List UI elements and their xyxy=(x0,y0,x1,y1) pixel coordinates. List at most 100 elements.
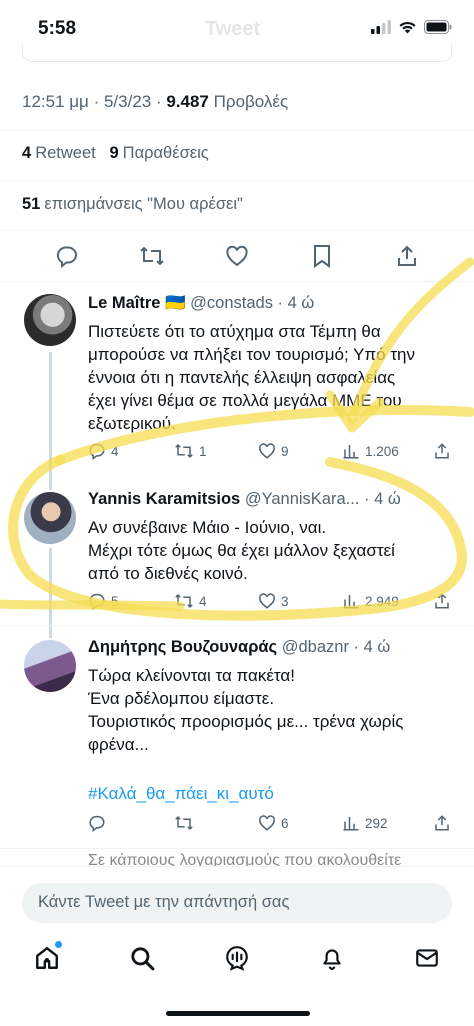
divider xyxy=(0,130,474,131)
reply-count-value: 5 xyxy=(111,593,119,609)
bottom-compose-area: Κάντε Tweet με την απάντησή σας xyxy=(0,866,474,1026)
reply-text-line: Αν συνέβαινε Μάιο - Ιούνιο, ναι. xyxy=(88,518,327,537)
view-count-value: 292 xyxy=(365,815,388,831)
share-icon xyxy=(398,245,416,266)
tweet-time: 12:51 μμ xyxy=(22,92,89,111)
view-count[interactable]: 292 xyxy=(342,814,388,832)
view-count-value: 2.949 xyxy=(365,593,399,609)
reply-stats: 4 1 9 1.206 xyxy=(88,442,452,464)
views-label: Προβολές xyxy=(213,92,289,111)
heart-icon xyxy=(259,443,275,459)
retweet-stats[interactable]: 4 Retweet 9 Παραθέσεις xyxy=(22,144,209,163)
share-button[interactable] xyxy=(433,814,451,832)
divider xyxy=(0,230,474,231)
quotes-label: Παραθέσεις xyxy=(122,144,209,162)
views-icon xyxy=(343,817,359,831)
spaces-icon xyxy=(226,946,248,971)
reply-text-line: Τουριστικός προορισμός με... τρένα χωρίς xyxy=(88,712,404,731)
reply-header: Δημήτρης Βουζουναράς @dbaznr · 4 ώ xyxy=(88,638,391,656)
views-icon xyxy=(343,445,359,459)
tab-search[interactable] xyxy=(125,941,159,975)
avatar[interactable] xyxy=(24,640,76,692)
reply-item[interactable]: Δημήτρης Βουζουναράς @dbaznr · 4 ώ Τώρα … xyxy=(0,638,474,838)
share-button[interactable] xyxy=(392,241,422,271)
reply-text-line: έννοια ότι η παντελής έλλειψη ασφαλείας xyxy=(88,368,396,387)
hashtag-link[interactable]: #Καλά_θα_πάει_κι_αυτό xyxy=(88,782,458,805)
retweet-icon xyxy=(175,443,193,459)
reply-time: 4 ώ xyxy=(363,638,391,656)
reply-count[interactable]: 4 xyxy=(88,442,119,460)
retweet-count[interactable]: 1 xyxy=(174,442,207,460)
tweet-actions xyxy=(0,241,474,277)
tab-messages[interactable] xyxy=(410,941,444,975)
share-button[interactable] xyxy=(433,592,451,610)
avatar[interactable] xyxy=(24,492,76,544)
retweet-icon xyxy=(175,593,193,609)
like-button[interactable] xyxy=(222,241,252,271)
nav-title: Tweet xyxy=(205,18,261,40)
notification-dot xyxy=(55,941,62,948)
reply-stats: 6 292 xyxy=(88,814,452,836)
retweet-count[interactable]: 4 xyxy=(174,592,207,610)
retweet-count[interactable] xyxy=(174,814,199,832)
retweets-count: 4 xyxy=(22,144,32,162)
reply-compose-input[interactable]: Κάντε Tweet με την απάντησή σας xyxy=(22,883,452,923)
reply-author-name[interactable]: Δημήτρης Βουζουναράς xyxy=(88,638,277,656)
reply-text-line: Πιστεύετε ότι το ατύχημα στα Τέμπη θα xyxy=(88,322,381,341)
views-count: 9.487 xyxy=(166,92,209,111)
reply-text-line: εξωτερικού. xyxy=(88,414,176,433)
home-icon xyxy=(36,947,58,969)
heart-icon xyxy=(226,245,248,267)
like-count[interactable]: 3 xyxy=(258,592,289,610)
like-count-value: 9 xyxy=(281,443,289,459)
bookmark-icon xyxy=(314,245,330,268)
reply-icon xyxy=(57,246,77,268)
like-count[interactable]: 6 xyxy=(258,814,289,832)
quotes-count: 9 xyxy=(109,144,119,162)
like-count[interactable]: 9 xyxy=(258,442,289,460)
divider xyxy=(0,625,474,626)
tab-spaces[interactable] xyxy=(220,941,254,975)
tab-home[interactable] xyxy=(30,941,64,975)
reply-text: Αν συνέβαινε Μάιο - Ιούνιο, ναι. Μέχρι τ… xyxy=(88,516,458,585)
status-icons xyxy=(371,20,452,34)
share-button[interactable] xyxy=(433,442,451,460)
wifi-icon xyxy=(399,21,416,34)
reply-text-line: Μέχρι τότε όμως θα έχει μάλλον ξεχαστεί xyxy=(88,541,395,560)
reply-count[interactable] xyxy=(88,814,111,832)
divider xyxy=(0,180,474,181)
retweet-button[interactable] xyxy=(137,241,167,271)
reply-text: Πιστεύετε ότι το ατύχημα στα Τέμπη θα μπ… xyxy=(88,320,458,435)
view-count[interactable]: 1.206 xyxy=(342,442,399,460)
reply-text-line: Τώρα κλείνονται τα πακέτα! xyxy=(88,666,295,685)
reply-author-name[interactable]: Le Maître xyxy=(88,294,160,312)
reply-text-line: Ένα ρδέλομπου είμαστε. xyxy=(88,689,275,708)
reply-header: Yannis Karamitsios @YannisKara... · 4 ώ xyxy=(88,490,401,508)
retweet-count-value: 4 xyxy=(199,593,207,609)
tab-bar xyxy=(0,937,474,983)
retweet-icon xyxy=(140,246,164,266)
tweet-meta: 12:51 μμ · 5/3/23 · 9.487 Προβολές xyxy=(22,92,289,111)
avatar[interactable] xyxy=(24,294,76,346)
like-count-value: 6 xyxy=(281,815,289,831)
view-count-value: 1.206 xyxy=(365,443,399,459)
reply-author-handle: @constads xyxy=(190,294,273,312)
signal-icon xyxy=(371,20,391,34)
like-stats[interactable]: 51 επισημάνσεις "Μου αρέσει" xyxy=(22,195,243,214)
reply-count[interactable]: 5 xyxy=(88,592,119,610)
reply-text-line: μπορούσε να πλήξει τον τουρισμό; Υπό την xyxy=(88,345,416,364)
retweet-count-value: 1 xyxy=(199,443,207,459)
tab-notifications[interactable] xyxy=(315,941,349,975)
reply-text-line: φρένα... xyxy=(88,735,149,754)
divider xyxy=(0,281,474,282)
retweets-label: Retweet xyxy=(35,144,96,162)
home-indicator xyxy=(166,1011,310,1016)
reply-author-name[interactable]: Yannis Karamitsios xyxy=(88,490,240,508)
notifications-icon xyxy=(323,949,341,970)
bookmark-button[interactable] xyxy=(307,241,337,271)
view-count[interactable]: 2.949 xyxy=(342,592,399,610)
reply-time: 4 ώ xyxy=(287,294,315,312)
status-time: 5:58 xyxy=(38,18,77,39)
reply-header: Le Maître 🇺🇦 @constads · 4 ώ xyxy=(88,294,315,312)
reply-button[interactable] xyxy=(52,241,82,271)
